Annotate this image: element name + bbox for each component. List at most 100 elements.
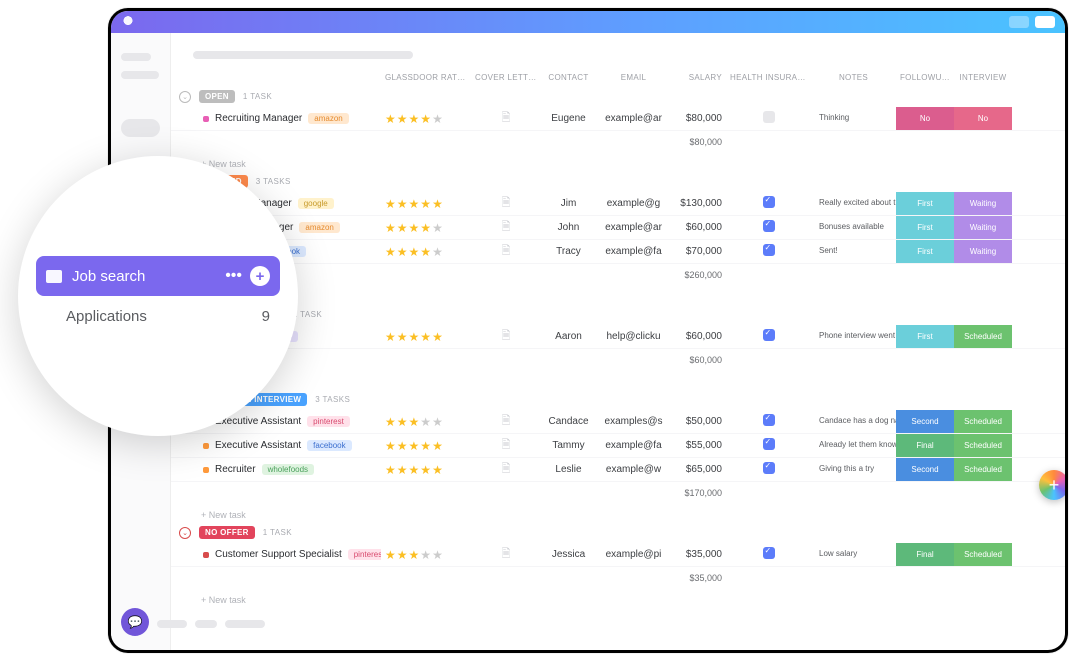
contact-cell[interactable]: Candace	[541, 416, 596, 427]
rating-stars[interactable]: ★★★★★	[385, 198, 467, 210]
email-cell[interactable]: example@ar	[596, 222, 671, 233]
salary-cell[interactable]: $55,000	[671, 440, 726, 451]
company-tag[interactable]: pinterest	[348, 549, 381, 560]
health-checkbox[interactable]	[763, 111, 775, 123]
contact-cell[interactable]: Tracy	[541, 246, 596, 257]
interview-cell[interactable]: Scheduled	[954, 325, 1012, 348]
add-icon[interactable]: +	[250, 266, 270, 286]
health-checkbox[interactable]	[763, 547, 775, 559]
interview-cell[interactable]: Waiting	[954, 192, 1012, 215]
followup-cell[interactable]: First	[896, 240, 954, 263]
contact-cell[interactable]: Jim	[541, 198, 596, 209]
document-icon[interactable]: 🗎	[502, 463, 511, 475]
salary-cell[interactable]: $35,000	[671, 549, 726, 560]
interview-cell[interactable]: Scheduled	[954, 458, 1012, 481]
rating-stars[interactable]: ★★★★★	[385, 416, 467, 428]
document-icon[interactable]: 🗎	[502, 221, 511, 233]
health-checkbox[interactable]	[763, 414, 775, 426]
rating-stars[interactable]: ★★★★★	[385, 464, 467, 476]
group-header-applied[interactable]: ⌄ APPLIED 3 TASKS	[171, 175, 1065, 192]
email-cell[interactable]: example@pi	[596, 549, 671, 560]
notes-cell[interactable]: Phone interview went…	[815, 332, 892, 341]
interview-cell[interactable]: Scheduled	[954, 543, 1012, 566]
group-header-phone[interactable]: ⌄ HONE INTERVIEW 1 TASK	[171, 308, 1065, 325]
task-row[interactable]: Recruiter wholefoods ★★★★★ 🗎 Leslie exam…	[171, 458, 1065, 482]
col-followup[interactable]: FOLLOWUP SENT	[896, 73, 954, 82]
interview-cell[interactable]: Waiting	[954, 216, 1012, 239]
new-task-button[interactable]: + New task	[171, 371, 1065, 393]
company-tag[interactable]: amazon	[308, 113, 348, 124]
followup-cell[interactable]: Second	[896, 458, 954, 481]
col-notes[interactable]: NOTES	[811, 73, 896, 82]
contact-cell[interactable]: Tammy	[541, 440, 596, 451]
chat-fab[interactable]: 💬	[121, 608, 149, 636]
task-row[interactable]: Recruiter clickup ★★★★★ 🗎 Aaron help@cli…	[171, 325, 1065, 349]
notes-cell[interactable]: Low salary	[815, 550, 892, 559]
followup-cell[interactable]: Second	[896, 410, 954, 433]
email-cell[interactable]: example@w	[596, 464, 671, 475]
contact-cell[interactable]: Eugene	[541, 113, 596, 124]
group-header-person[interactable]: ⌄ IN PERSON INTERVIEW 3 TASKS	[171, 393, 1065, 410]
new-task-button[interactable]: + New task	[171, 286, 1065, 308]
email-cell[interactable]: example@ar	[596, 113, 671, 124]
followup-cell[interactable]: First	[896, 192, 954, 215]
document-icon[interactable]: 🗎	[502, 197, 511, 209]
notes-cell[interactable]: Sent!	[815, 247, 892, 256]
salary-cell[interactable]: $80,000	[671, 113, 726, 124]
company-tag[interactable]: facebook	[307, 440, 351, 451]
interview-cell[interactable]: Scheduled	[954, 434, 1012, 457]
email-cell[interactable]: help@clicku	[596, 331, 671, 342]
company-tag[interactable]: google	[298, 198, 334, 209]
collapse-icon[interactable]: ⌄	[179, 91, 191, 103]
followup-cell[interactable]: Final	[896, 543, 954, 566]
rating-stars[interactable]: ★★★★★	[385, 113, 467, 125]
col-rating[interactable]: GLASSDOOR RATING	[381, 73, 471, 82]
col-salary[interactable]: SALARY	[671, 73, 726, 82]
followup-cell[interactable]: No	[896, 107, 954, 130]
task-row[interactable]: Customer Support Specialist pinterest ★★…	[171, 543, 1065, 567]
rating-stars[interactable]: ★★★★★	[385, 222, 467, 234]
salary-cell[interactable]: $130,000	[671, 198, 726, 209]
collapse-icon[interactable]: ⌄	[179, 527, 191, 539]
notes-cell[interactable]: Really excited about this one	[815, 199, 892, 208]
document-icon[interactable]: 🗎	[502, 112, 511, 124]
health-checkbox[interactable]	[763, 438, 775, 450]
health-checkbox[interactable]	[763, 329, 775, 341]
task-row[interactable]: Executive Assistant pinterest ★★★★★ 🗎 Ca…	[171, 410, 1065, 434]
company-tag[interactable]: wholefoods	[262, 464, 314, 475]
group-header-open[interactable]: ⌄ OPEN 1 TASK	[171, 90, 1065, 107]
contact-cell[interactable]: Aaron	[541, 331, 596, 342]
email-cell[interactable]: examples@s	[596, 416, 671, 427]
rating-stars[interactable]: ★★★★★	[385, 331, 467, 343]
salary-cell[interactable]: $60,000	[671, 222, 726, 233]
task-row[interactable]: Executive Assistant facebook ★★★★★ 🗎 Tam…	[171, 434, 1065, 458]
group-header-nooffer[interactable]: ⌄ NO OFFER 1 TASK	[171, 526, 1065, 543]
task-row[interactable]: Account Manager amazon ★★★★★ 🗎 John exam…	[171, 216, 1065, 240]
salary-cell[interactable]: $70,000	[671, 246, 726, 257]
health-checkbox[interactable]	[763, 244, 775, 256]
salary-cell[interactable]: $50,000	[671, 416, 726, 427]
col-interview[interactable]: INTERVIEW	[954, 73, 1012, 82]
email-cell[interactable]: example@fa	[596, 246, 671, 257]
document-icon[interactable]: 🗎	[502, 245, 511, 257]
task-row[interactable]: Recruiter facebook ★★★★★ 🗎 Tracy example…	[171, 240, 1065, 264]
col-email[interactable]: EMAIL	[596, 73, 671, 82]
health-checkbox[interactable]	[763, 196, 775, 208]
titlebar-pill[interactable]	[1035, 16, 1055, 28]
interview-cell[interactable]: Scheduled	[954, 410, 1012, 433]
contact-cell[interactable]: Leslie	[541, 464, 596, 475]
company-tag[interactable]: amazon	[299, 222, 339, 233]
notes-cell[interactable]: Already let them know	[815, 441, 892, 450]
followup-cell[interactable]: Final	[896, 434, 954, 457]
salary-cell[interactable]: $65,000	[671, 464, 726, 475]
document-icon[interactable]: 🗎	[502, 330, 511, 342]
health-checkbox[interactable]	[763, 462, 775, 474]
company-tag[interactable]: pinterest	[307, 416, 350, 427]
health-checkbox[interactable]	[763, 220, 775, 232]
sidebar-item-applications[interactable]: Applications 9	[36, 296, 280, 336]
interview-cell[interactable]: Waiting	[954, 240, 1012, 263]
contact-cell[interactable]: Jessica	[541, 549, 596, 560]
rating-stars[interactable]: ★★★★★	[385, 246, 467, 258]
sidebar-item-job-search[interactable]: Job search ••• +	[36, 256, 280, 296]
document-icon[interactable]: 🗎	[502, 415, 511, 427]
